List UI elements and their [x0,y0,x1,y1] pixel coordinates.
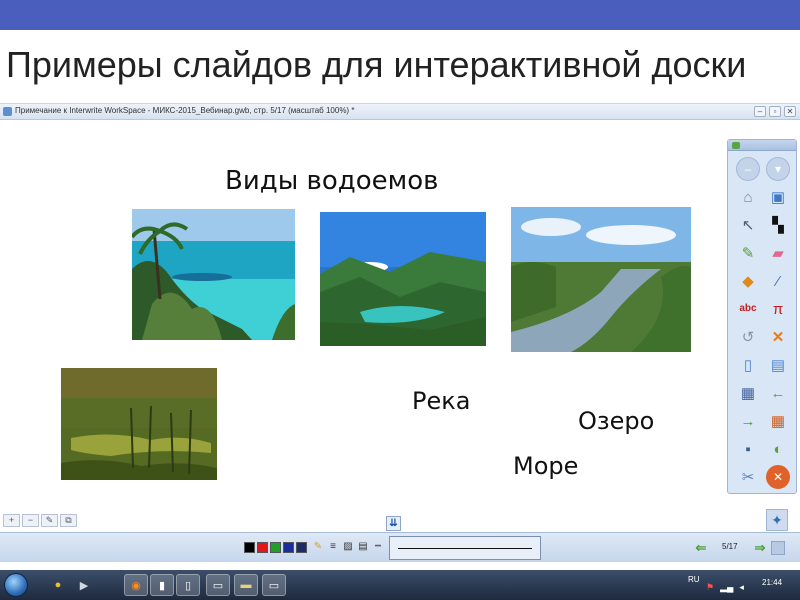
line-icon[interactable]: ⁄ [766,269,790,293]
forward-icon[interactable]: → [736,409,760,433]
slide-title: Примеры слайдов для интерактивной доски [6,44,747,85]
line-style-icon[interactable]: ┅ [372,541,384,553]
fill-icon[interactable]: ▨ [342,541,354,553]
maximize-window-button[interactable]: ▫ [769,106,781,117]
new-page-icon[interactable]: ▯ [736,353,760,377]
media-icon[interactable]: ▶ [72,574,96,596]
color-swatch[interactable] [244,542,255,553]
minimize-window-button[interactable]: – [754,106,766,117]
system-tray: RU ⚑ ▂▄ ◂ 21:44 [684,572,800,598]
word-river[interactable]: Река [412,387,470,415]
canvas-mini-toolbar: + − ✎ ⧉ [3,514,77,527]
interwrite-window: Примечание к Interwrite WorkSpace - МИКС… [0,103,800,569]
toolbar-toggle-icon[interactable]: ✦ [766,509,788,531]
start-button[interactable] [4,573,28,597]
sea-photo[interactable] [132,209,295,340]
color-swatch[interactable] [257,542,268,553]
edit-icon[interactable]: ✎ [41,514,58,527]
save-icon[interactable]: ▪ [736,437,760,461]
next-page-icon[interactable]: ⇒ [753,541,767,555]
view-mode-icon[interactable] [771,541,785,555]
pen-icon[interactable]: ✎ [736,241,760,265]
line-preview[interactable] [389,536,541,560]
color-swatches [244,542,307,553]
close-window-button[interactable]: ✕ [784,106,796,117]
shapes-icon[interactable]: ◆ [736,269,760,293]
explorer-icon[interactable]: ▭ [206,574,230,596]
swamp-photo[interactable] [61,368,217,480]
text-icon[interactable]: abc [736,297,760,321]
page-counter: 5/17 [722,542,738,551]
remove-icon[interactable]: − [22,514,39,527]
page-copy-icon[interactable]: ▤ [766,353,790,377]
flag-icon[interactable]: ⚑ [706,582,714,593]
mouse-icon[interactable]: ⌂ [736,185,760,209]
app-icon [3,107,12,116]
presentation-icon[interactable]: ▭ [262,574,286,596]
window-title: Примечание к Interwrite WorkSpace - МИКС… [15,106,355,115]
bottom-toolbar: ✎ ≡ ▨ ▤ ┅ ⇐ 5/17 ⇒ [0,532,800,562]
collapse-icon[interactable]: ▾ [766,157,790,181]
capture-icon[interactable]: ▦ [736,381,760,405]
word-lake[interactable]: Озеро [578,407,654,435]
settings-icon[interactable]: ✂ [736,465,760,489]
math-icon[interactable]: π [766,297,790,321]
lake-photo[interactable] [320,212,486,346]
window-controls: – ▫ ✕ [754,106,796,117]
network-icon[interactable]: ▂▄ [720,582,733,593]
minimize-icon[interactable]: – [736,157,760,181]
selection-icon[interactable]: ▚ [766,213,790,237]
language-indicator[interactable]: RU [688,575,700,584]
table-icon[interactable]: ▦ [766,409,790,433]
page-icon[interactable]: ▣ [766,185,790,209]
transparency-icon[interactable]: ▤ [357,541,369,553]
spotlight-icon[interactable]: ◐ [766,437,790,461]
color-swatch[interactable] [296,542,307,553]
river-photo[interactable] [511,207,691,352]
taskbar: ● ▶ ◉ ▮ ▯ ▭ ▬ ▭ RU ⚑ ▂▄ ◂ 21:44 [0,570,800,600]
undo-icon[interactable]: ↺ [736,325,760,349]
volume-icon[interactable]: ◂ [739,582,744,593]
back-icon[interactable]: ← [766,381,790,405]
tool-panel-header[interactable] [728,140,796,151]
prev-page-icon[interactable]: ⇐ [694,541,708,555]
page-down-icon[interactable]: ⇊ [386,516,401,531]
tray-icons: ⚑ ▂▄ ◂ [706,582,744,593]
color-swatch[interactable] [270,542,281,553]
copy-icon[interactable]: ⧉ [60,514,77,527]
line-tools: ✎ ≡ ▨ ▤ ┅ [312,541,384,553]
tool-panel: – ▾ ⌂ ▣ ↖ ▚ ✎ ▰ ◆ ⁄ abc π ↺ ✕ ▯ ▤ ▦ ← → … [727,139,797,494]
line-width-icon[interactable]: ≡ [327,541,339,553]
clock[interactable]: 21:44 [762,578,782,587]
window-titlebar[interactable]: Примечание к Interwrite WorkSpace - МИКС… [0,104,800,120]
firefox-icon[interactable]: ◉ [124,574,148,596]
pointer-icon[interactable]: ↖ [736,213,760,237]
close-icon[interactable]: ✕ [766,465,790,489]
canvas-title[interactable]: Виды водоемов [225,166,438,196]
color-swatch[interactable] [283,542,294,553]
folder-icon[interactable]: ▬ [234,574,258,596]
eraser-icon[interactable]: ▰ [766,241,790,265]
highlighter-icon[interactable]: ✎ [312,541,324,553]
chrome-icon[interactable]: ● [46,574,70,596]
document-icon[interactable]: ▯ [176,574,200,596]
panel-grip-icon [732,142,740,149]
add-icon[interactable]: + [3,514,20,527]
app-window-icon[interactable]: ▮ [150,574,174,596]
slide-header-band [0,0,800,30]
word-sea[interactable]: Море [513,452,578,480]
delete-icon[interactable]: ✕ [766,325,790,349]
